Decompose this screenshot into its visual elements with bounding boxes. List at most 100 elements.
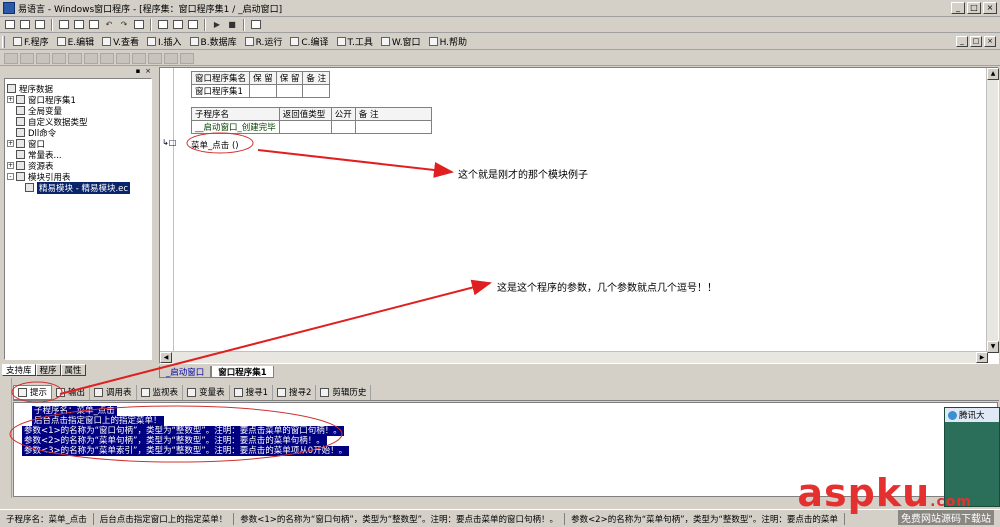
mdi-close-button[interactable]: × bbox=[984, 36, 996, 47]
mdi-restore-button[interactable]: □ bbox=[970, 36, 982, 47]
cut-icon[interactable] bbox=[57, 18, 71, 31]
copy-icon[interactable] bbox=[72, 18, 86, 31]
tree-item-datatypes[interactable]: 自定义数据类型 bbox=[7, 116, 149, 128]
table-cell[interactable] bbox=[302, 84, 331, 98]
scroll-up-icon[interactable]: ▲ bbox=[987, 68, 999, 80]
table-cell[interactable] bbox=[278, 120, 332, 134]
editor-vertical-scrollbar[interactable]: ▲ ▼ bbox=[986, 68, 999, 353]
paste-icon[interactable] bbox=[87, 18, 101, 31]
tab-properties[interactable]: 属性 bbox=[60, 364, 86, 376]
align-left-icon[interactable] bbox=[4, 52, 18, 64]
layout-icon[interactable] bbox=[156, 18, 170, 31]
menu-database[interactable]: B.数据库 bbox=[186, 35, 241, 48]
menu-tools[interactable]: T.工具 bbox=[333, 35, 377, 48]
window-icon[interactable] bbox=[186, 18, 200, 31]
align-right-icon[interactable] bbox=[20, 52, 34, 64]
modules-icon bbox=[16, 172, 25, 181]
left-panel-tabs: 支持库 程序 属性 bbox=[2, 364, 154, 377]
insert-menu-icon bbox=[147, 37, 157, 46]
menu-view[interactable]: V.查看 bbox=[98, 35, 143, 48]
editor-horizontal-scrollbar[interactable]: ◀ ▶ bbox=[160, 351, 988, 363]
close-button[interactable]: × bbox=[983, 2, 997, 14]
table-cell[interactable] bbox=[330, 120, 356, 134]
document-tabs: _启动窗口 窗口程序集1 bbox=[159, 364, 274, 378]
scroll-left-icon[interactable]: ◀ bbox=[160, 352, 172, 363]
scroll-down-icon[interactable]: ▼ bbox=[987, 341, 999, 353]
code-line-call[interactable]: 菜单_点击 () bbox=[191, 139, 239, 151]
scroll-right-icon[interactable]: ▶ bbox=[976, 352, 988, 363]
tab-hint[interactable]: 提示 bbox=[13, 384, 53, 400]
menu-insert[interactable]: I.插入 bbox=[143, 35, 186, 48]
tree-root[interactable]: 程序数据 bbox=[7, 83, 149, 95]
stop-icon[interactable]: ■ bbox=[225, 18, 239, 31]
menu-run[interactable]: R.运行 bbox=[241, 35, 287, 48]
undo-icon[interactable]: ↶ bbox=[102, 18, 116, 31]
call-stack-icon bbox=[94, 387, 104, 397]
tools-menu-icon bbox=[336, 37, 346, 46]
tab-watch[interactable]: 监视表 bbox=[137, 384, 184, 400]
menu-compile[interactable]: C.编译 bbox=[286, 35, 332, 48]
tab-search1[interactable]: 搜寻1 bbox=[230, 384, 273, 400]
minimize-button[interactable]: _ bbox=[951, 2, 965, 14]
mdi-minimize-button[interactable]: _ bbox=[956, 36, 968, 47]
tab-variables[interactable]: 变量表 bbox=[183, 384, 230, 400]
table-cell[interactable] bbox=[275, 84, 304, 98]
tree-item-constants[interactable]: 常量表... bbox=[7, 149, 149, 161]
grid-icon[interactable] bbox=[171, 18, 185, 31]
clipboard-icon bbox=[320, 387, 330, 397]
constants-icon bbox=[16, 150, 25, 159]
panel-header: ▪ × bbox=[2, 67, 154, 76]
tree-item-window[interactable]: + 窗口 bbox=[7, 138, 149, 150]
table-cell[interactable]: __启动窗口_创建完毕 bbox=[191, 120, 280, 134]
panel-close-icon[interactable]: × bbox=[144, 67, 152, 75]
output-line: 子程序名：菜单_点击 bbox=[32, 406, 117, 416]
tree-item-assembly[interactable]: + 窗口程序集1 bbox=[7, 94, 149, 106]
table-cell[interactable]: 窗口程序集1 bbox=[190, 84, 251, 98]
redo-icon[interactable]: ↷ bbox=[117, 18, 131, 31]
tree-item-resources[interactable]: + 资源表 bbox=[7, 160, 149, 172]
save-icon[interactable] bbox=[33, 18, 47, 31]
tab-search2[interactable]: 搜寻2 bbox=[273, 384, 317, 400]
binoculars-icon[interactable] bbox=[249, 18, 263, 31]
tab-assembly1[interactable]: 窗口程序集1 bbox=[211, 366, 274, 378]
status-segment: 参数<1>的名称为“窗口句柄”，类型为“整数型”。注明：要点击菜单的窗口句柄！。 bbox=[234, 512, 566, 525]
assembly-table: 窗口程序集名 保 留 保 留 备 注 窗口程序集1 bbox=[190, 71, 331, 98]
menu-edit[interactable]: E.编辑 bbox=[53, 35, 99, 48]
same-size-icon[interactable] bbox=[132, 52, 146, 64]
find-icon[interactable] bbox=[132, 18, 146, 31]
tab-clip-history[interactable]: 剪辑历史 bbox=[316, 384, 372, 400]
tree-item-dll[interactable]: Dll命令 bbox=[7, 127, 149, 139]
menu-help[interactable]: H.帮助 bbox=[425, 35, 471, 48]
new-file-icon[interactable] bbox=[3, 18, 17, 31]
space-h-icon[interactable] bbox=[148, 52, 162, 64]
maximize-button[interactable]: □ bbox=[967, 2, 981, 14]
menu-program[interactable]: F.程序 bbox=[9, 35, 53, 48]
module-file-icon bbox=[25, 183, 34, 192]
tree-item-module-jingyi[interactable]: 精易模块 - 精易模块.ec bbox=[7, 181, 149, 194]
tencent-logo-icon bbox=[948, 410, 957, 420]
center-v-icon[interactable] bbox=[84, 52, 98, 64]
output-panel-tabs: 提示 输出 调用表 监视表 变量表 搜寻1 搜寻2 剪辑历史 bbox=[13, 384, 999, 401]
lightbulb-icon bbox=[18, 387, 27, 397]
panel-pin-icon[interactable]: ▪ bbox=[134, 67, 142, 75]
same-height-icon[interactable] bbox=[116, 52, 130, 64]
tab-call-stack[interactable]: 调用表 bbox=[90, 384, 137, 400]
order-icon[interactable] bbox=[180, 52, 194, 64]
tab-support-library[interactable]: 支持库 bbox=[2, 364, 36, 376]
code-editor[interactable]: ↳□ 窗口程序集名 保 留 保 留 备 注 窗口程序集1 子程序名 返回值类型 … bbox=[159, 67, 999, 364]
tab-output[interactable]: 输出 bbox=[52, 384, 91, 400]
align-top-icon[interactable] bbox=[36, 52, 50, 64]
align-bottom-icon[interactable] bbox=[52, 52, 66, 64]
table-cell[interactable] bbox=[354, 120, 432, 134]
space-v-icon[interactable] bbox=[164, 52, 178, 64]
tab-startup-window[interactable]: _启动窗口 bbox=[159, 366, 212, 378]
run-icon[interactable]: ▶ bbox=[210, 18, 224, 31]
table-cell[interactable] bbox=[249, 84, 277, 98]
tab-program[interactable]: 程序 bbox=[35, 364, 61, 376]
same-width-icon[interactable] bbox=[100, 52, 114, 64]
center-h-icon[interactable] bbox=[68, 52, 82, 64]
tree-item-globals[interactable]: 全局变量 bbox=[7, 105, 149, 117]
menu-window[interactable]: W.窗口 bbox=[377, 35, 425, 48]
tree-item-modules[interactable]: - 模块引用表 bbox=[7, 171, 149, 183]
open-file-icon[interactable] bbox=[18, 18, 32, 31]
